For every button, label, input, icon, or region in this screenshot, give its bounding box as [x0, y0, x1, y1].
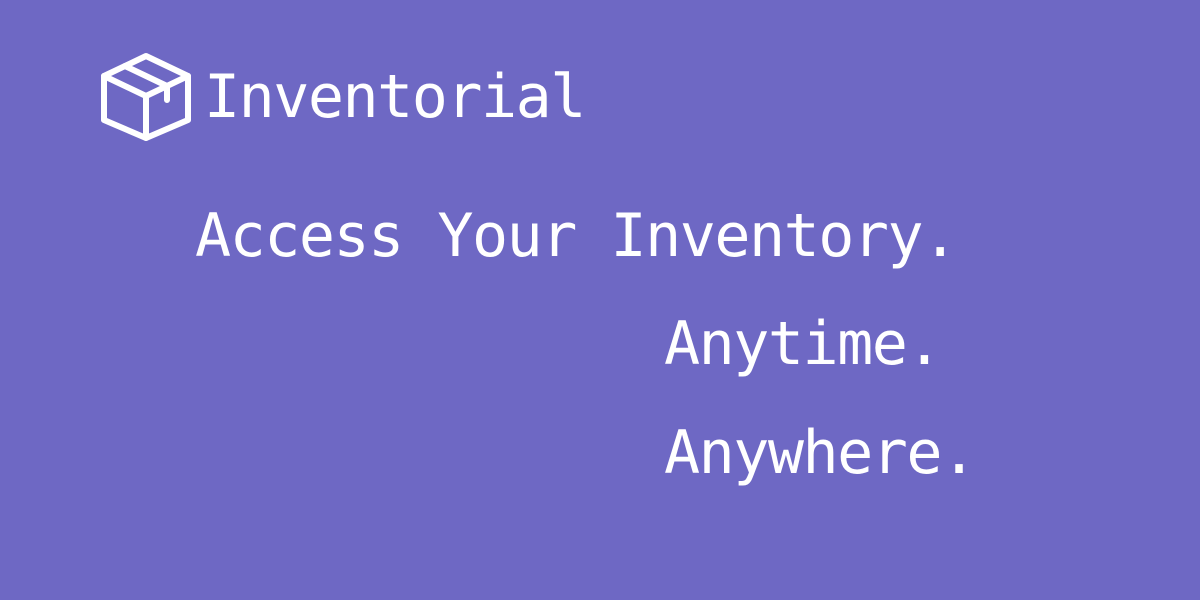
box-icon: [101, 53, 191, 141]
brand-name: Inventorial: [204, 62, 586, 132]
tagline-line-2: Anytime.: [664, 309, 942, 379]
tagline-line-1: Access Your Inventory.: [195, 201, 958, 271]
tagline-line-3: Anywhere.: [664, 418, 977, 488]
brand-logo: Inventorial: [100, 52, 586, 142]
